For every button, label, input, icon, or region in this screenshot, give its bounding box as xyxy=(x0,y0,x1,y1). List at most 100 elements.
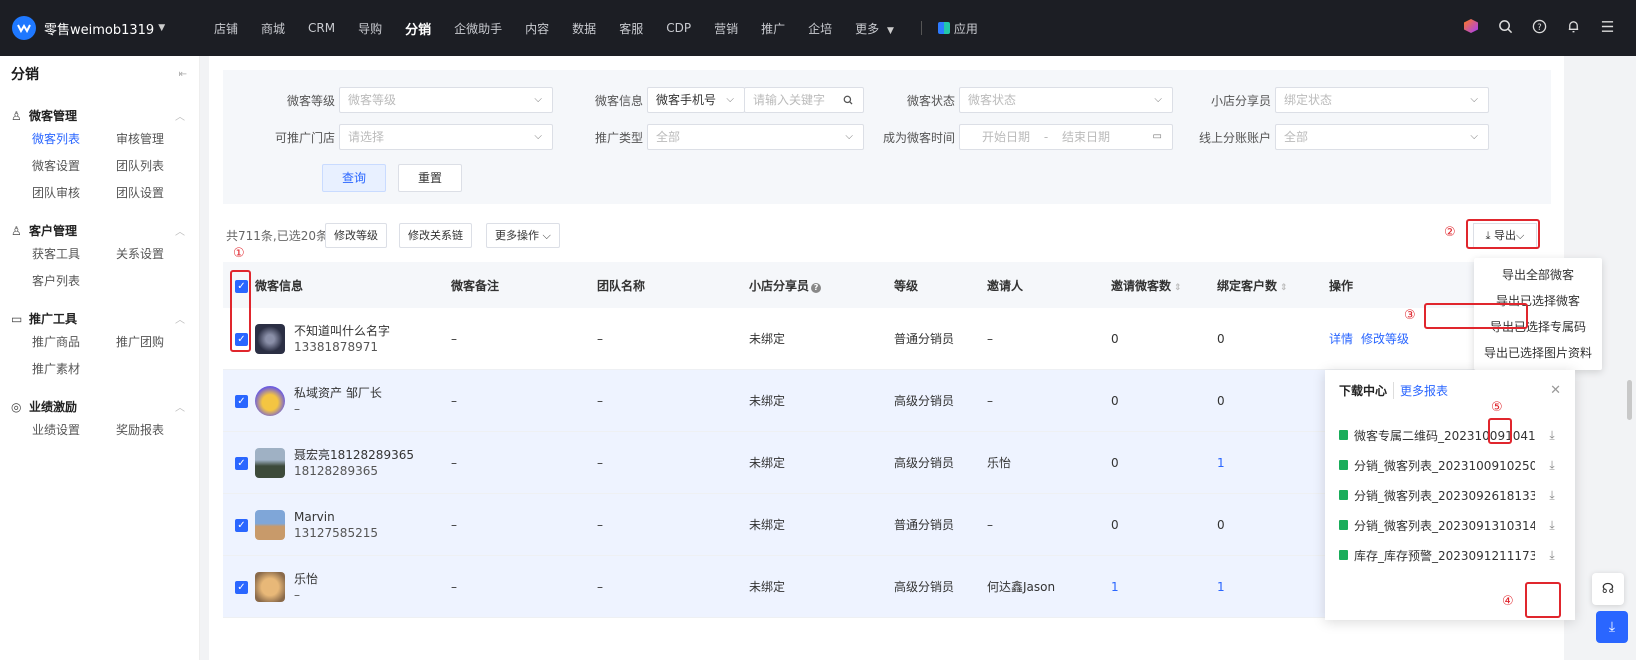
search-icon[interactable] xyxy=(843,88,853,115)
export-all-item[interactable]: 导出全部微客 xyxy=(1474,262,1602,288)
row-checkbox[interactable]: ✓ xyxy=(235,457,248,470)
invite-count: 0 xyxy=(1111,455,1119,470)
sidebar-item-micro-settings[interactable]: 微客设置 xyxy=(32,153,116,180)
download-icon[interactable]: ⤓ xyxy=(1543,488,1561,503)
filter-panel: 微客等级 微客等级 ⌵ 微客信息 微客手机号 ⌵ 请输入关键字 微客状态 微客状态 ⌵… xyxy=(223,70,1551,204)
toolbox-icon: ▭ xyxy=(11,311,23,326)
detail-link[interactable]: 详情 xyxy=(1329,332,1353,346)
info-type-select[interactable]: 微客手机号 ⌵ xyxy=(647,87,745,113)
edit-level-link[interactable]: 修改等级 xyxy=(1361,332,1409,346)
nav-apps-label: 应用 xyxy=(953,21,978,36)
nav-item-apps[interactable]: 应用 xyxy=(937,20,978,37)
collapse-sidebar-icon[interactable]: ⇤ xyxy=(179,69,187,80)
sidebar-group-promo: ▭ 推广工具 ︿ 推广商品 推广团购 推广素材 xyxy=(0,295,199,383)
store-sharer: 未绑定 xyxy=(749,456,786,470)
product-hex-icon[interactable] xyxy=(1454,19,1488,37)
download-icon[interactable]: ⤓ xyxy=(1543,548,1561,563)
group-title: 业绩激励 xyxy=(29,399,78,414)
nav-item-mall[interactable]: 商城 xyxy=(261,20,285,37)
brand-switcher[interactable]: 零售weimob1319 ▼ xyxy=(0,16,200,40)
edit-relation-button[interactable]: 修改关系链 xyxy=(399,223,472,248)
query-button[interactable]: 查询 xyxy=(322,164,386,192)
customer-icon: ♙ xyxy=(11,223,22,238)
status-select[interactable]: 微客状态 ⌵ xyxy=(959,87,1173,113)
promo-type-select[interactable]: 全部 ⌵ xyxy=(647,124,864,150)
nav-item-marketing[interactable]: 营销 xyxy=(714,20,738,37)
row-checkbox[interactable]: ✓ xyxy=(235,581,248,594)
excel-file-icon xyxy=(1339,520,1348,530)
sidebar-group-header[interactable]: ◎ 业绩激励 ︿ xyxy=(0,395,199,417)
sidebar-item-relation-settings[interactable]: 关系设置 xyxy=(116,241,200,268)
nav-item-promotion[interactable]: 推广 xyxy=(761,20,785,37)
online-account-select[interactable]: 全部 ⌵ xyxy=(1275,124,1489,150)
more-ops-button[interactable]: 更多操作 ⌵ xyxy=(486,223,560,248)
sort-icon[interactable]: ⇕ xyxy=(1280,283,1288,293)
date-range-picker[interactable]: 开始日期 - 结束日期 ▭ xyxy=(959,124,1173,150)
row-checkbox[interactable]: ✓ xyxy=(235,395,248,408)
invite-count: 0 xyxy=(1111,393,1119,408)
search-icon[interactable] xyxy=(1488,19,1522,38)
more-reports-link[interactable]: 更多报表 xyxy=(1393,381,1448,399)
bell-icon[interactable] xyxy=(1556,19,1590,38)
sharer-select[interactable]: 绑定状态 ⌵ xyxy=(1275,87,1489,113)
nav-item-training[interactable]: 企培 xyxy=(808,20,832,37)
header-invite-count[interactable]: 邀请微客数 ⇕ xyxy=(1111,277,1217,294)
sidebar-item-perf-settings[interactable]: 业绩设置 xyxy=(32,417,116,444)
header-team: 团队名称 xyxy=(597,278,646,293)
nav-item-content[interactable]: 内容 xyxy=(525,20,549,37)
sidebar-item-reward-report[interactable]: 奖励报表 xyxy=(116,417,200,444)
bind-count[interactable]: 1 xyxy=(1217,580,1317,594)
sidebar-item-micro-list[interactable]: 微客列表 xyxy=(32,126,116,153)
sidebar-item-promo-goods[interactable]: 推广商品 xyxy=(32,329,116,356)
store-select[interactable]: 请选择 ⌵ xyxy=(339,124,553,150)
annotation-box-download-center xyxy=(1525,582,1561,618)
start-date-placeholder: 开始日期 xyxy=(982,130,1031,144)
annotation-box-export-codes xyxy=(1424,303,1528,329)
sidebar-group-header[interactable]: ♙ 微客管理 ︿ xyxy=(0,104,199,126)
menu-icon[interactable] xyxy=(1590,19,1624,37)
reset-button[interactable]: 重置 xyxy=(398,164,462,192)
sidebar-item-promo-material[interactable]: 推广素材 xyxy=(32,356,116,383)
inviter: – xyxy=(987,331,993,346)
download-icon[interactable]: ⤓ xyxy=(1543,428,1561,443)
sidebar-group-header[interactable]: ♙ 客户管理 ︿ xyxy=(0,219,199,241)
help-icon[interactable]: ? xyxy=(811,282,822,293)
sidebar-item-team-settings[interactable]: 团队设置 xyxy=(116,180,200,207)
help-icon[interactable]: ? xyxy=(1522,19,1556,38)
nav-item-shop[interactable]: 店铺 xyxy=(214,20,238,37)
nav-item-data[interactable]: 数据 xyxy=(572,20,596,37)
download-icon[interactable]: ⤓ xyxy=(1543,458,1561,473)
nav-item-guide[interactable]: 导购 xyxy=(358,20,382,37)
edit-level-button[interactable]: 修改等级 xyxy=(325,223,387,248)
nav-item-crm[interactable]: CRM xyxy=(308,21,335,35)
headset-icon[interactable]: ☊ xyxy=(1592,573,1624,605)
sidebar-item-customer-list[interactable]: 客户列表 xyxy=(32,268,116,295)
annotation-2: ② xyxy=(1444,225,1456,240)
sidebar-item-review[interactable]: 审核管理 xyxy=(116,126,200,153)
export-selected-images-item[interactable]: 导出已选择图片资料 xyxy=(1474,340,1602,366)
bind-count[interactable]: 1 xyxy=(1217,456,1317,470)
header-bind-count[interactable]: 绑定客户数 ⇕ xyxy=(1217,277,1317,294)
nav-item-service[interactable]: 客服 xyxy=(619,20,643,37)
download-icon[interactable]: ⤓ xyxy=(1543,518,1561,533)
nav-item-wecom[interactable]: 企微助手 xyxy=(454,20,502,37)
level-select[interactable]: 微客等级 ⌵ xyxy=(339,87,553,113)
level: 高级分销员 xyxy=(894,394,955,408)
sidebar-item-promo-group[interactable]: 推广团购 xyxy=(116,329,200,356)
invite-count[interactable]: 1 xyxy=(1111,580,1217,594)
sort-icon[interactable]: ⇕ xyxy=(1174,283,1182,293)
nav-item-cdp[interactable]: CDP xyxy=(666,21,691,35)
nav-item-more[interactable]: 更多 ▼ xyxy=(855,20,894,37)
close-icon[interactable]: ✕ xyxy=(1550,383,1561,398)
filter-info-label: 微客信息 xyxy=(594,94,643,108)
sidebar-item-acquire-tools[interactable]: 获客工具 xyxy=(32,241,116,268)
group-title: 微客管理 xyxy=(29,108,78,123)
download-center-button[interactable]: ⤓ xyxy=(1596,611,1628,643)
info-keyword-input[interactable]: 请输入关键字 xyxy=(744,87,864,113)
scrollbar[interactable] xyxy=(1627,380,1632,420)
sidebar-group-header[interactable]: ▭ 推广工具 ︿ xyxy=(0,307,199,329)
row-checkbox[interactable]: ✓ xyxy=(235,519,248,532)
sidebar-item-team-review[interactable]: 团队审核 xyxy=(32,180,116,207)
nav-item-distribution[interactable]: 分销 xyxy=(405,19,431,38)
sidebar-item-team-list[interactable]: 团队列表 xyxy=(116,153,200,180)
